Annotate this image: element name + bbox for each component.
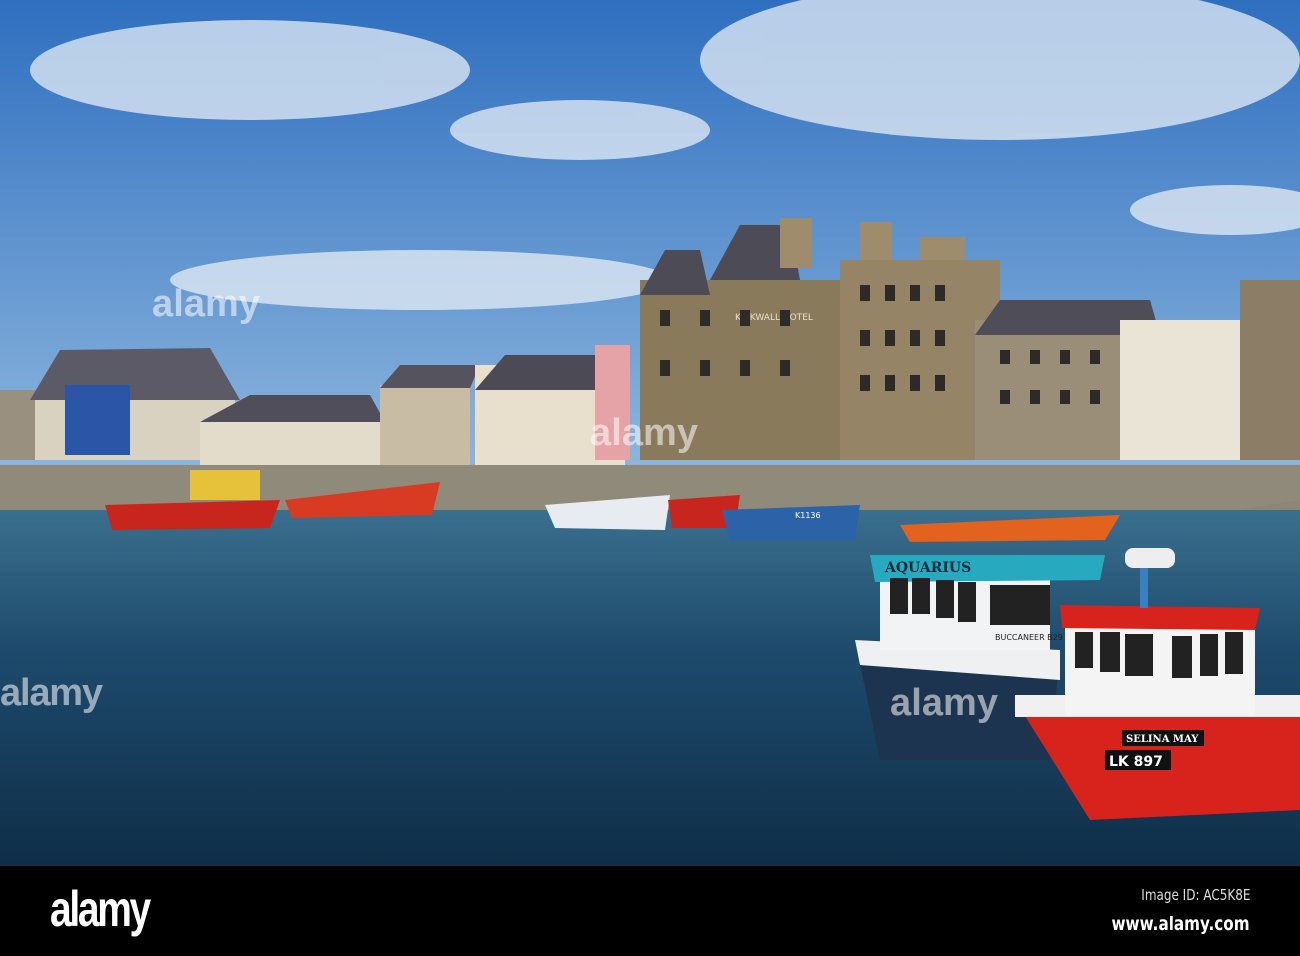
image-id: Image ID: AC5K8E bbox=[1140, 886, 1250, 904]
boat-name-aquarius: AQUARIUS bbox=[884, 560, 971, 576]
svg-text:alamy: alamy bbox=[890, 682, 998, 724]
alamy-logo[interactable]: alamy bbox=[50, 880, 151, 938]
boat-registration-lk897: LK 897 bbox=[1109, 754, 1163, 770]
website-link[interactable]: www.alamy.com bbox=[1112, 913, 1250, 935]
svg-text:alamy: alamy bbox=[152, 283, 260, 325]
boat-name-buccaneer: BUCCANEER B29 bbox=[995, 633, 1063, 642]
boat-registration-k1136: K1136 bbox=[795, 511, 821, 520]
svg-text:alamy: alamy bbox=[0, 672, 103, 714]
footer-bar: alamy Image ID: AC5K8E www.alamy.com bbox=[0, 866, 1300, 956]
svg-text:alamy: alamy bbox=[590, 412, 698, 454]
boat-name-selina-may: SELINA MAY bbox=[1126, 734, 1199, 745]
harbour-photo: KIRKWALL HOTEL K1136 AQUARIUS BUCCANEER … bbox=[0, 0, 1300, 866]
